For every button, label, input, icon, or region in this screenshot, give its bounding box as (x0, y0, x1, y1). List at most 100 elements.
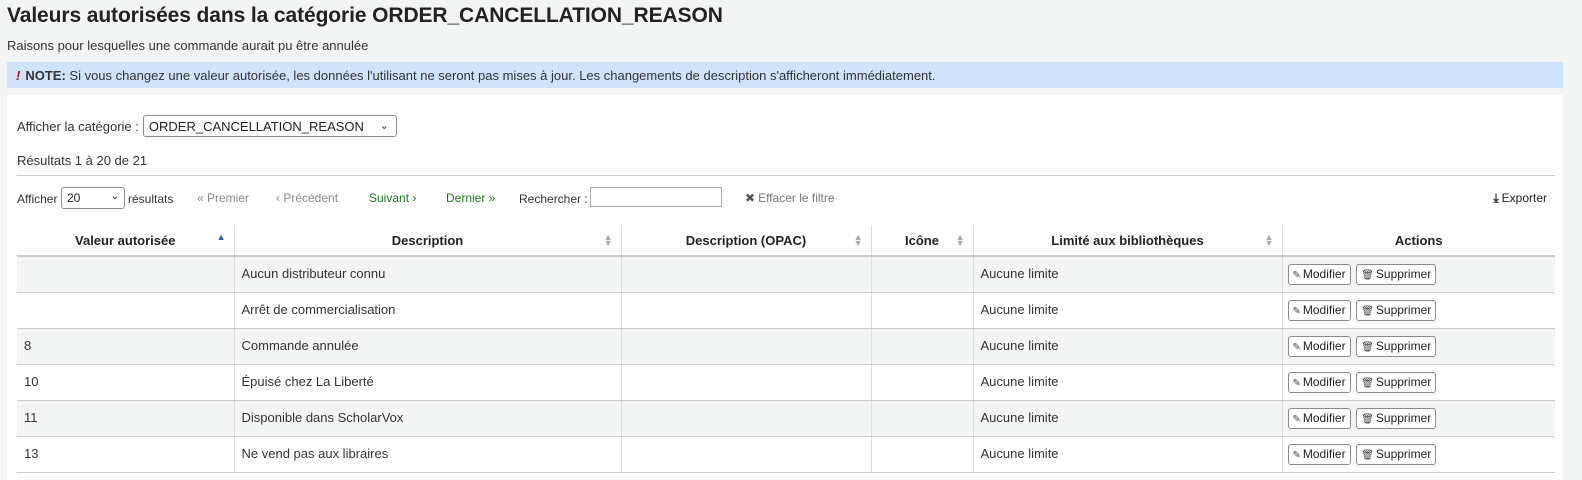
table-row: 8 Commande annulée Aucune limite ✎ Modifi… (17, 328, 1555, 365)
pencil-icon: ✎ (1292, 377, 1301, 389)
cell-actions: ✎ Modifier 🗑 Supprimer (1281, 292, 1555, 329)
chevron-down-icon: ⌄ (379, 120, 389, 132)
delete-label: Supprimer (1375, 410, 1432, 425)
cell-value: 11 (17, 400, 234, 437)
cell-opac-description (620, 364, 871, 401)
cell-icon (870, 256, 973, 293)
sort-asc-icon: ▲ (216, 232, 226, 242)
divider (17, 175, 1555, 176)
delete-button[interactable]: 🗑 Supprimer (1356, 407, 1437, 429)
note-label: NOTE: (25, 68, 66, 83)
edit-label: Modifier (1302, 302, 1346, 317)
cell-description: Aucun distributeur connu (233, 256, 621, 293)
cell-value: 10 (17, 364, 234, 401)
cell-description: Commande annulée (233, 328, 621, 365)
category-select-value: ORDER_CANCELLATION_REASON (148, 119, 364, 134)
search-label: Rechercher : (519, 192, 588, 206)
delete-button[interactable]: 🗑 Supprimer (1356, 335, 1437, 357)
cell-libraries: Aucune limite (972, 328, 1282, 365)
column-header-value[interactable]: Valeur autorisée ▲ (17, 226, 234, 257)
cell-icon (870, 436, 973, 473)
clear-filter-label: Effacer le filtre (758, 191, 835, 205)
pagination-first[interactable]: « Premier (197, 191, 249, 205)
pagination-last[interactable]: Dernier » (446, 191, 495, 205)
cell-description: Ne vend pas aux libraires (233, 436, 621, 473)
delete-label: Supprimer (1375, 267, 1432, 281)
trash-icon: 🗑 (1361, 413, 1374, 425)
table-row: 10 Épuisé chez La Liberté Aucune limite … (17, 364, 1555, 401)
cell-opac-description (620, 256, 871, 293)
cell-icon (870, 328, 973, 365)
export-button[interactable]: ⤓ Exporter (1493, 191, 1547, 206)
cell-opac-description (620, 436, 871, 473)
category-label: Afficher la catégorie : (17, 118, 139, 134)
download-icon: ⤓ (1493, 191, 1499, 205)
edit-label: Modifier (1302, 338, 1346, 353)
column-header-description[interactable]: Description ▲ ▼ (233, 226, 621, 257)
cell-actions: ✎ Modifier 🗑 Supprimer (1281, 364, 1555, 401)
delete-button[interactable]: 🗑 Supprimer (1356, 443, 1437, 465)
table-body: Aucun distributeur connu Aucune limite ✎… (17, 256, 1555, 473)
edit-label: Modifier (1302, 410, 1346, 425)
page: Valeurs autorisées dans la catégorie ORD… (0, 0, 1582, 480)
edit-label: Modifier (1302, 267, 1346, 281)
sort-icon: ▲ ▼ (603, 232, 613, 248)
edit-button[interactable]: ✎ Modifier (1287, 299, 1351, 321)
sort-icon: ▲ ▼ (1264, 232, 1274, 248)
delete-label: Supprimer (1375, 446, 1432, 461)
delete-button[interactable]: 🗑 Supprimer (1356, 264, 1437, 285)
column-header-libraries[interactable]: Limité aux bibliothèques ▲ ▼ (972, 226, 1282, 257)
cell-description: Épuisé chez La Liberté (233, 364, 621, 401)
note-text: Si vous changez une valeur autorisée, le… (65, 68, 936, 83)
cell-libraries: Aucune limite (972, 436, 1282, 473)
sort-icon: ▲ ▼ (955, 232, 965, 248)
trash-icon: 🗑 (1361, 377, 1374, 389)
cell-opac-description (620, 328, 871, 365)
cell-actions: ✎ Modifier 🗑 Supprimer (1281, 400, 1555, 437)
cell-opac-description (620, 292, 871, 329)
clear-filter-button[interactable]: ✖ Effacer le filtre (745, 191, 835, 205)
edit-button[interactable]: ✎ Modifier (1287, 443, 1351, 465)
trash-icon: 🗑 (1361, 449, 1374, 461)
pencil-icon: ✎ (1292, 270, 1301, 281)
cell-value: 8 (17, 328, 234, 365)
exclamation-icon: ! (16, 68, 21, 83)
results-label: résultats (128, 192, 174, 206)
column-header-actions: Actions (1281, 226, 1555, 257)
cell-libraries: Aucune limite (972, 364, 1282, 401)
pencil-icon: ✎ (1292, 341, 1301, 353)
cell-value (17, 292, 234, 329)
page-title: Valeurs autorisées dans la catégorie ORD… (7, 4, 723, 27)
cell-description: Disponible dans ScholarVox (233, 400, 621, 437)
delete-button[interactable]: 🗑 Supprimer (1356, 299, 1437, 321)
search-input[interactable] (590, 187, 722, 207)
pencil-icon: ✎ (1292, 449, 1301, 461)
delete-label: Supprimer (1375, 338, 1432, 353)
table-row: 11 Disponible dans ScholarVox Aucune lim… (17, 400, 1555, 437)
edit-button[interactable]: ✎ Modifier (1287, 371, 1351, 393)
pagination-next[interactable]: Suivant › (369, 191, 416, 205)
cell-description: Arrêt de commercialisation (233, 292, 621, 329)
category-select[interactable]: ORDER_CANCELLATION_REASON ⌄ (142, 115, 397, 137)
cell-icon (870, 400, 973, 437)
edit-button[interactable]: ✎ Modifier (1287, 335, 1351, 357)
pencil-icon: ✎ (1292, 413, 1301, 425)
edit-label: Modifier (1302, 374, 1346, 389)
cell-value: 13 (17, 436, 234, 473)
sort-icon: ▲ ▼ (853, 232, 863, 248)
column-header-icon[interactable]: Icône ▲ ▼ (870, 226, 973, 257)
edit-button[interactable]: ✎ Modifier (1287, 407, 1351, 429)
delete-button[interactable]: 🗑 Supprimer (1356, 371, 1437, 393)
pencil-icon: ✎ (1292, 305, 1301, 317)
table-row: 13 Ne vend pas aux libraires Aucune limi… (17, 436, 1555, 473)
delete-label: Supprimer (1375, 374, 1432, 389)
pagination-previous[interactable]: ‹ Précédent (276, 191, 338, 205)
cell-actions: ✎ Modifier 🗑 Supprimer (1281, 328, 1555, 365)
cell-libraries: Aucune limite (972, 400, 1282, 437)
column-header-opac-description[interactable]: Description (OPAC) ▲ ▼ (620, 226, 871, 257)
page-size-select[interactable]: 20 ⌄ (61, 187, 125, 209)
category-row: Afficher la catégorie : ORDER_CANCELLATI… (17, 115, 397, 137)
edit-button[interactable]: ✎ Modifier (1287, 264, 1351, 285)
cell-icon (870, 364, 973, 401)
delete-label: Supprimer (1375, 302, 1432, 317)
